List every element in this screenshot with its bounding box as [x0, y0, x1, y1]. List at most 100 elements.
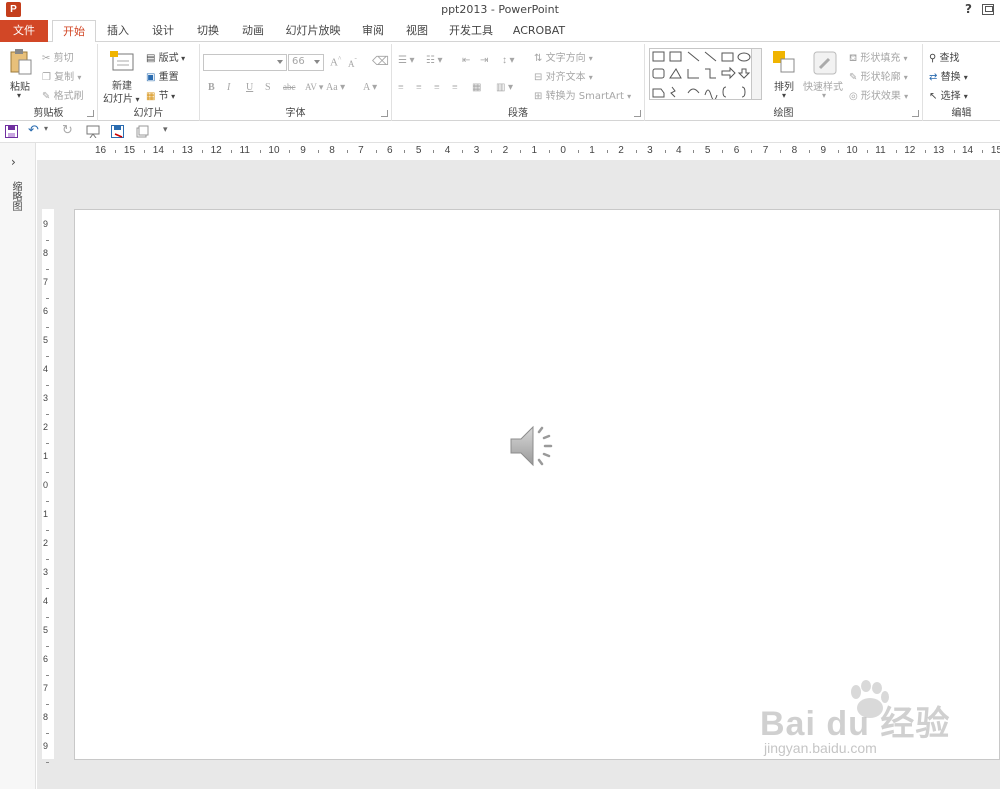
- ruler-v-label: 4: [43, 364, 49, 374]
- select-button[interactable]: ↖ 选择 ▾: [929, 87, 968, 102]
- change-case-label: Aa: [326, 82, 338, 93]
- distributed-icon[interactable]: ▦: [472, 82, 481, 93]
- ruler-v-tick: [46, 384, 49, 386]
- new-slide-icon[interactable]: [109, 48, 135, 74]
- ruler-h-label: 16: [95, 145, 107, 156]
- quick-styles-dropdown-icon[interactable]: ▾: [822, 91, 826, 100]
- character-spacing-icon[interactable]: AV ▾: [305, 82, 323, 93]
- bullets-icon[interactable]: ☰ ▾: [398, 55, 414, 66]
- save-as-icon[interactable]: [111, 125, 124, 141]
- copy-button[interactable]: ❐ 复制 ▾: [42, 68, 81, 83]
- tab-animations[interactable]: 动画: [234, 20, 272, 42]
- text-direction-button[interactable]: ⇅ 文字方向 ▾: [534, 49, 593, 64]
- cursor-icon: ↖: [929, 91, 938, 102]
- font-launcher-icon[interactable]: [381, 110, 388, 117]
- gallery-scroll[interactable]: [751, 49, 761, 99]
- shapes-gallery[interactable]: [649, 48, 762, 101]
- paragraph-launcher-icon[interactable]: [634, 110, 641, 117]
- print-preview-icon[interactable]: [136, 125, 149, 141]
- change-case-button[interactable]: Aa ▾: [326, 82, 345, 93]
- ruler-h-tick: [780, 150, 782, 153]
- font-family-select[interactable]: [203, 54, 287, 71]
- shape-fill-button[interactable]: ⛾ 形状填充 ▾: [849, 49, 908, 66]
- reset-button[interactable]: ▣ 重置: [146, 68, 179, 83]
- align-left-icon[interactable]: ≡: [398, 82, 404, 93]
- ruler-v-label: 8: [43, 248, 49, 258]
- shape-effects-button[interactable]: ◎ 形状效果 ▾: [849, 87, 908, 102]
- ruler-h-label: 8: [329, 145, 335, 156]
- increase-indent-icon[interactable]: ⇥: [480, 55, 488, 66]
- tab-design[interactable]: 设计: [144, 20, 182, 42]
- ruler-h-tick: [202, 150, 204, 153]
- undo-dropdown-icon[interactable]: ▾: [44, 124, 48, 133]
- ruler-h-tick: [173, 150, 175, 153]
- customize-qat-icon[interactable]: ▾: [163, 125, 168, 135]
- slide-canvas[interactable]: [74, 209, 1000, 760]
- line-spacing-icon[interactable]: ↕ ▾: [502, 55, 515, 66]
- bold-button[interactable]: B: [208, 82, 215, 93]
- undo-icon[interactable]: ↶: [28, 123, 39, 138]
- ruler-v-tick: [46, 471, 49, 473]
- format-painter-button[interactable]: ✎ 格式刷: [42, 87, 84, 102]
- underline-button[interactable]: U: [246, 82, 253, 93]
- start-from-beginning-icon[interactable]: [86, 125, 100, 141]
- tab-transitions[interactable]: 切换: [189, 20, 227, 42]
- ruler-h-tick: [288, 150, 290, 153]
- new-slide-button[interactable]: 幻灯片 ▾: [103, 90, 140, 105]
- group-label-slides: 幻灯片: [133, 108, 164, 119]
- tab-developer[interactable]: 开发工具: [444, 20, 498, 42]
- strikethrough-button[interactable]: abc: [283, 82, 296, 92]
- tab-review[interactable]: 审阅: [354, 20, 392, 42]
- font-size-select[interactable]: 66: [288, 54, 324, 71]
- save-icon[interactable]: [5, 125, 18, 141]
- justify-icon[interactable]: ≡: [452, 82, 458, 93]
- expand-pane-icon[interactable]: ›: [11, 155, 16, 169]
- font-color-button[interactable]: A ▾: [363, 82, 377, 93]
- find-button[interactable]: ⚲ 查找: [929, 49, 960, 64]
- tab-insert[interactable]: 插入: [100, 20, 136, 42]
- numbering-icon[interactable]: ☷ ▾: [426, 55, 442, 66]
- audio-speaker-icon[interactable]: [509, 424, 559, 468]
- align-center-icon[interactable]: ≡: [416, 82, 422, 93]
- ruler-v-tick: [46, 674, 49, 676]
- section-button[interactable]: ▦ 节 ▾: [146, 87, 175, 102]
- drawing-launcher-icon[interactable]: [912, 110, 919, 117]
- section-label: 节: [158, 91, 169, 102]
- align-text-button[interactable]: ⊟ 对齐文本 ▾: [534, 68, 593, 83]
- thumbnail-pane-label[interactable]: 缩略图: [9, 181, 23, 211]
- decrease-indent-icon[interactable]: ⇤: [462, 55, 470, 66]
- text-shadow-button[interactable]: S: [265, 82, 271, 93]
- quick-styles-icon[interactable]: [812, 50, 838, 76]
- redo-icon[interactable]: ↻: [62, 123, 73, 138]
- smartart-button[interactable]: ⊞ 转换为 SmartArt ▾: [534, 87, 631, 102]
- paste-dropdown-icon[interactable]: ▾: [17, 91, 21, 100]
- grow-font-button[interactable]: A^: [330, 55, 341, 69]
- shape-outline-button[interactable]: ✎ 形状轮廓 ▾: [849, 68, 908, 83]
- layout-button[interactable]: ▤ 版式 ▾: [146, 49, 185, 64]
- tab-slideshow[interactable]: 幻灯片放映: [280, 20, 346, 42]
- group-label-clipboard: 剪贴板: [33, 108, 64, 119]
- window-title: ppt2013 - PowerPoint: [441, 3, 559, 16]
- ruler-h-tick: [491, 150, 493, 153]
- ruler-v-label: 6: [43, 654, 49, 664]
- clear-formatting-icon[interactable]: ⌫: [372, 54, 389, 69]
- tab-acrobat[interactable]: ACROBAT: [508, 20, 570, 42]
- paste-icon[interactable]: [9, 48, 33, 76]
- ruler-h-tick: [375, 150, 377, 153]
- arrange-dropdown-icon[interactable]: ▾: [782, 91, 786, 100]
- clipboard-launcher-icon[interactable]: [87, 110, 94, 117]
- ruler-h-label: 11: [875, 145, 886, 156]
- tab-view[interactable]: 视图: [398, 20, 436, 42]
- cut-button[interactable]: ✂ 剪切: [42, 49, 74, 64]
- ribbon-display-options-icon[interactable]: [982, 4, 994, 15]
- replace-button[interactable]: ⇄ 替换 ▾: [929, 68, 968, 83]
- columns-icon[interactable]: ▥ ▾: [496, 82, 513, 93]
- ruler-v-tick: [46, 703, 49, 705]
- tab-file[interactable]: 文件: [0, 20, 48, 42]
- help-button[interactable]: ?: [965, 2, 972, 16]
- tab-home[interactable]: 开始: [52, 20, 96, 43]
- italic-button[interactable]: I: [227, 82, 230, 93]
- shrink-font-button[interactable]: Aˇ: [348, 57, 357, 69]
- align-right-icon[interactable]: ≡: [434, 82, 440, 93]
- arrange-icon[interactable]: [772, 50, 796, 74]
